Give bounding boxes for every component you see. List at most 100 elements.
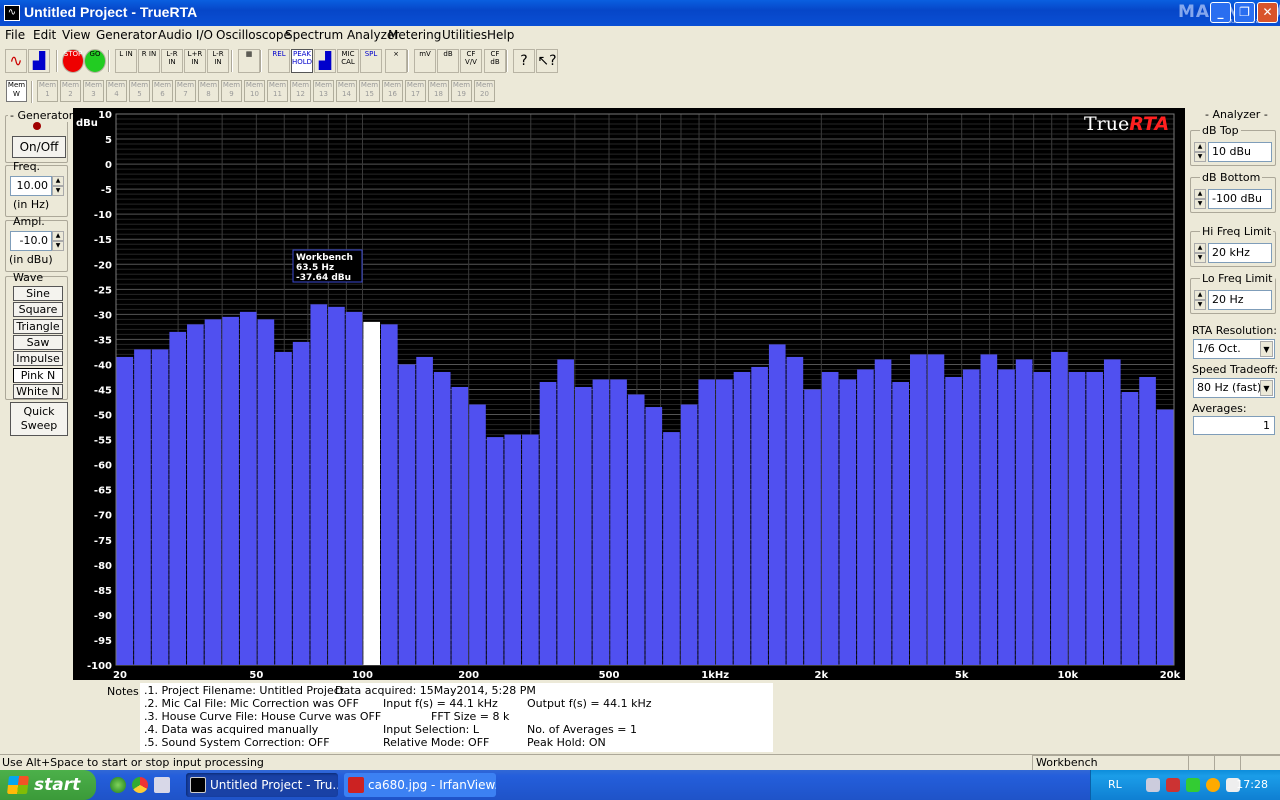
- lo-freq-field[interactable]: 20 Hz: [1208, 290, 1272, 310]
- spectrum-bar[interactable]: [910, 354, 927, 665]
- hi-freq-spin-up-icon[interactable]: ▲: [1194, 243, 1206, 253]
- spectrum-bar-selected[interactable]: [363, 321, 380, 665]
- network-tray-icon[interactable]: [1146, 778, 1160, 792]
- spectrum-bar[interactable]: [645, 407, 663, 665]
- sine-wave-icon[interactable]: ∿: [5, 49, 27, 73]
- bars-icon[interactable]: ▟: [314, 49, 336, 73]
- spectrum-bar[interactable]: [998, 369, 1015, 665]
- spectrum-bar[interactable]: [486, 437, 504, 665]
- spectrum-bar[interactable]: [398, 364, 416, 665]
- taskbar-task-irfanview[interactable]: ca680.jpg - IrfanView...: [344, 773, 496, 797]
- spectrum-bar[interactable]: [716, 379, 733, 665]
- spectrum-bar[interactable]: [204, 319, 222, 665]
- mem-slot-button[interactable]: Mem 7: [175, 80, 196, 102]
- generator-onoff-button[interactable]: On/Off: [12, 136, 66, 158]
- spectrum-bar[interactable]: [504, 434, 522, 665]
- mem-slot-button[interactable]: Mem 11: [267, 80, 288, 102]
- left-minus-right-icon[interactable]: L-R IN: [207, 49, 229, 73]
- spectrum-bar[interactable]: [680, 404, 698, 665]
- quicklaunch-desktop-icon[interactable]: [154, 777, 170, 793]
- menu-item[interactable]: Generator: [96, 28, 157, 42]
- db-bottom-field[interactable]: -100 dBu: [1208, 189, 1272, 209]
- app-icon[interactable]: ∿: [4, 5, 20, 21]
- menu-item[interactable]: Metering: [388, 28, 441, 42]
- spectrum-bar[interactable]: [222, 316, 239, 665]
- spectrum-bar[interactable]: [1121, 392, 1139, 665]
- spl-icon[interactable]: SPL: [360, 49, 382, 73]
- spectrum-bar[interactable]: [892, 381, 909, 665]
- spectrum-bar[interactable]: [927, 354, 945, 665]
- spectrum-bar[interactable]: [169, 331, 187, 665]
- mem-slot-button[interactable]: Mem 14: [336, 80, 357, 102]
- help-icon[interactable]: ?: [513, 49, 535, 73]
- spectrum-bar[interactable]: [980, 354, 998, 665]
- mem-slot-button[interactable]: Mem 2: [60, 80, 81, 102]
- spectrum-bar[interactable]: [134, 349, 151, 665]
- spectrum-bar[interactable]: [522, 434, 539, 665]
- relative-icon[interactable]: REL: [268, 49, 290, 73]
- mem-slot-button[interactable]: Mem 20: [474, 80, 495, 102]
- mem-slot-button[interactable]: Mem 3: [83, 80, 104, 102]
- lo-freq-spin-down-icon[interactable]: ▼: [1194, 300, 1206, 310]
- crest-factor-vv-icon[interactable]: CF V/V: [460, 49, 482, 73]
- spectrum-bar[interactable]: [328, 306, 345, 665]
- mem-slot-button[interactable]: Mem 12: [290, 80, 311, 102]
- averages-field[interactable]: 1: [1193, 416, 1275, 435]
- menu-item[interactable]: Utilities: [442, 28, 487, 42]
- wave-saw-button[interactable]: Saw: [13, 334, 63, 350]
- spectrum-bar[interactable]: [1051, 351, 1068, 665]
- spectrum-bar[interactable]: [345, 311, 363, 665]
- right-input-icon[interactable]: R IN: [138, 49, 160, 73]
- stop-icon[interactable]: STOP: [62, 49, 84, 73]
- taskbar-task-truerta[interactable]: Untitled Project - Tru...: [186, 773, 338, 797]
- menu-item[interactable]: Help: [487, 28, 514, 42]
- ampl-spin-down-icon[interactable]: ▼: [52, 241, 64, 251]
- spectrum-bar[interactable]: [574, 386, 592, 665]
- spectrum-bar[interactable]: [874, 359, 892, 665]
- mem-slot-button[interactable]: Mem 17: [405, 80, 426, 102]
- db-top-spin-down-icon[interactable]: ▼: [1194, 152, 1206, 162]
- spectrum-bar[interactable]: [751, 366, 768, 665]
- mem-w-button[interactable]: Mem W: [6, 80, 27, 102]
- spectrum-bar[interactable]: [1103, 359, 1121, 665]
- spectrum-bar[interactable]: [821, 371, 839, 665]
- spectrum-bar[interactable]: [804, 389, 821, 666]
- spectrum-bar[interactable]: [539, 381, 557, 665]
- spectrum-bar[interactable]: [557, 359, 574, 665]
- mem-slot-button[interactable]: Mem 15: [359, 80, 380, 102]
- menu-item[interactable]: View: [62, 28, 90, 42]
- menu-item[interactable]: Oscilloscope: [216, 28, 291, 42]
- language-indicator[interactable]: RL: [1108, 778, 1122, 791]
- menu-item[interactable]: File: [5, 28, 25, 42]
- mem-slot-button[interactable]: Mem 8: [198, 80, 219, 102]
- peak-hold-icon[interactable]: PEAK HOLD: [291, 49, 313, 73]
- spectrum-bar[interactable]: [292, 341, 310, 665]
- spectrum-bar[interactable]: [416, 356, 433, 665]
- ampl-spin-up-icon[interactable]: ▲: [52, 231, 64, 241]
- spectrum-bar[interactable]: [469, 404, 486, 665]
- spectrum-bar[interactable]: [451, 386, 469, 665]
- left-input-icon[interactable]: L IN: [115, 49, 137, 73]
- spectrum-bar[interactable]: [857, 369, 874, 665]
- db-bottom-spin-down-icon[interactable]: ▼: [1194, 199, 1206, 209]
- go-icon[interactable]: GO: [84, 49, 106, 73]
- spectrum-bar[interactable]: [610, 379, 627, 665]
- maximize-button[interactable]: ❐: [1234, 2, 1255, 23]
- speed-tradeoff-chevron-down-icon[interactable]: ▼: [1260, 380, 1273, 396]
- hi-freq-spin-down-icon[interactable]: ▼: [1194, 253, 1206, 263]
- spectrum-bar[interactable]: [786, 356, 804, 665]
- mem-slot-button[interactable]: Mem 5: [129, 80, 150, 102]
- freq-spin-up-icon[interactable]: ▲: [52, 176, 64, 186]
- disabled-icon[interactable]: ⨯: [385, 49, 407, 73]
- spectrum-bar[interactable]: [1033, 371, 1051, 665]
- context-help-icon[interactable]: ↖?: [536, 49, 558, 73]
- wave-triangle-button[interactable]: Triangle: [13, 318, 63, 334]
- title-bar[interactable]: ∿ Untitled Project - TrueRTA MAGNOLIA Ca…: [0, 0, 1280, 26]
- spectrum-bar[interactable]: [381, 324, 398, 665]
- spectrum-plot[interactable]: 10 5 0 -5 -10 -15 -20 -25 -30 -35 -40 -45 -50 -55 -60-…: [73, 108, 1185, 680]
- mem-slot-button[interactable]: Mem 4: [106, 80, 127, 102]
- mem-slot-button[interactable]: Mem 19: [451, 80, 472, 102]
- quicklaunch-media-icon[interactable]: [110, 777, 126, 793]
- spectrum-bar[interactable]: [1139, 376, 1156, 665]
- app-tray-icon[interactable]: [1206, 778, 1220, 792]
